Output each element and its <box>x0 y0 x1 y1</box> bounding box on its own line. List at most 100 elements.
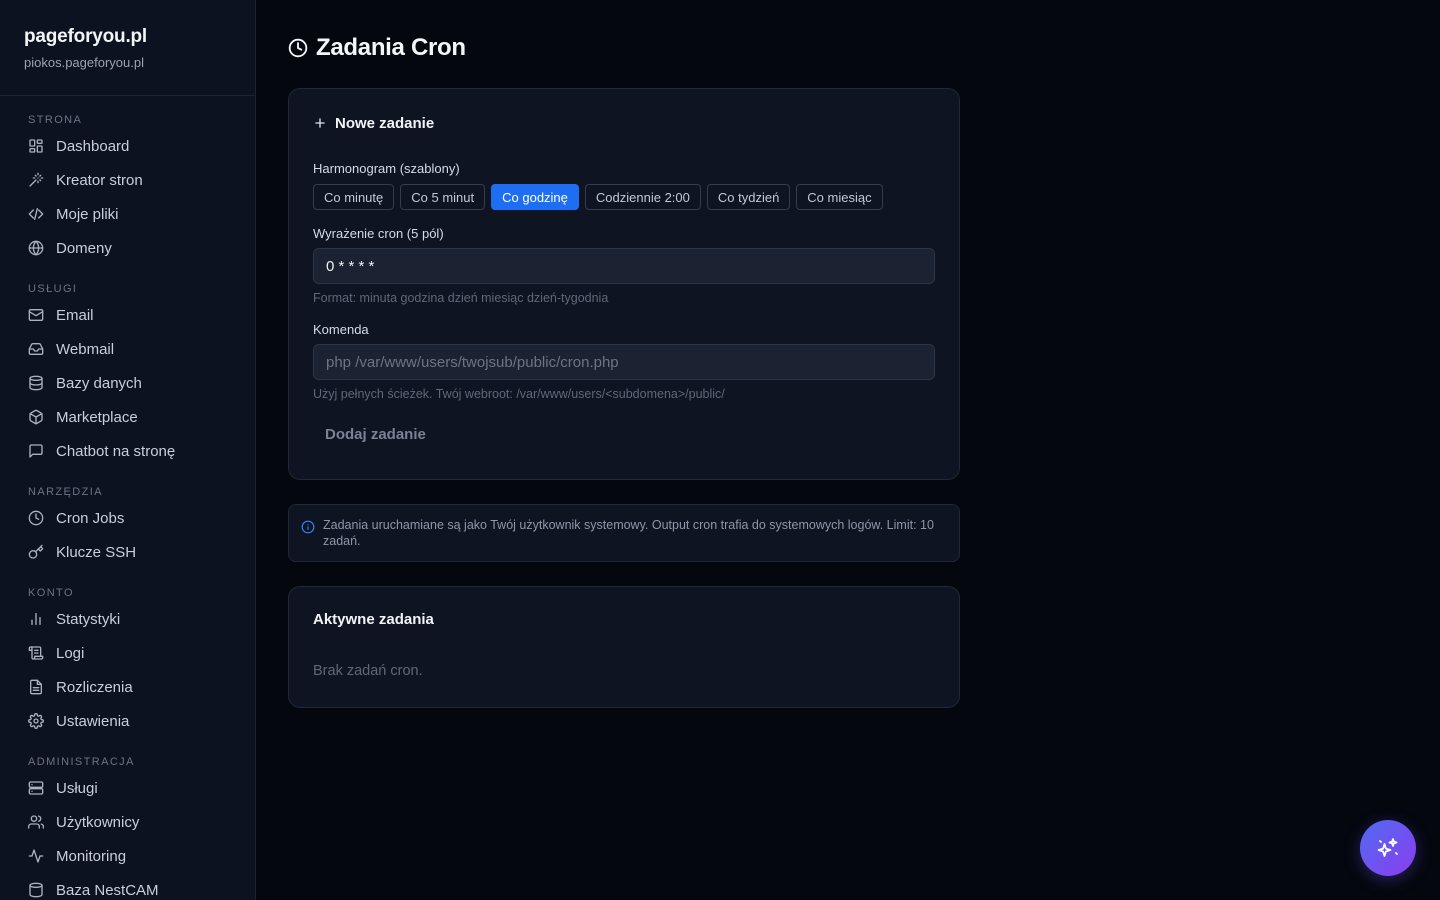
sidebar: pageforyou.pl piokos.pageforyou.pl STRON… <box>0 0 256 900</box>
server-icon <box>28 780 44 796</box>
sidebar-item-dashboard[interactable]: Dashboard <box>0 129 255 163</box>
page-title: Zadania Cron <box>288 33 960 63</box>
sidebar-item-kreator-stron[interactable]: Kreator stron <box>0 163 255 197</box>
sidebar-item-label: Dashboard <box>56 137 130 155</box>
template-monthly[interactable]: Co miesiąc <box>796 184 883 210</box>
dashboard-icon <box>28 138 44 154</box>
template-every-minute[interactable]: Co minutę <box>313 184 395 210</box>
globe-icon <box>28 240 44 256</box>
sidebar-item-uzytkownicy[interactable]: Użytkownicy <box>0 805 255 839</box>
sidebar-item-label: Baza NestCAM <box>56 881 159 899</box>
sidebar-item-moje-pliki[interactable]: Moje pliki <box>0 197 255 231</box>
sidebar-item-label: Logi <box>56 644 85 662</box>
section-label: USŁUGI <box>28 283 78 295</box>
template-every-5-minutes[interactable]: Co 5 minut <box>400 184 486 210</box>
section-uslugi: USŁUGI Email Webmail Bazy danych Marketp… <box>0 281 255 468</box>
sidebar-item-label: Usługi <box>56 779 98 797</box>
sidebar-item-label: Moje pliki <box>56 205 119 223</box>
command-label: Komenda <box>313 322 369 337</box>
sidebar-item-label: Ustawienia <box>56 712 130 730</box>
sidebar-item-label: Domeny <box>56 239 112 257</box>
section-narzedzia: NARZĘDZIA Cron Jobs Klucze SSH <box>0 484 255 569</box>
sidebar-item-email[interactable]: Email <box>0 298 255 332</box>
sidebar-item-label: Webmail <box>56 340 115 358</box>
sidebar-item-label: Kreator stron <box>56 171 143 189</box>
plus-icon <box>313 116 327 130</box>
users-icon <box>28 814 44 830</box>
sidebar-item-marketplace[interactable]: Marketplace <box>0 400 255 434</box>
main-content: Zadania Cron Nowe zadanie Harmonogram (s… <box>288 0 960 708</box>
section-konto: KONTO Statystyki Logi Rozliczenia Ustawi… <box>0 585 255 738</box>
cron-expression-label: Wyrażenie cron (5 pól) <box>313 226 444 241</box>
clock-icon <box>288 38 308 58</box>
mail-icon <box>28 307 44 323</box>
cron-expression-input[interactable] <box>313 248 935 284</box>
sparkles-icon <box>1376 836 1400 860</box>
sidebar-item-label: Monitoring <box>56 847 127 865</box>
sidebar-item-uslugi[interactable]: Usługi <box>0 771 255 805</box>
sidebar-item-label: Marketplace <box>56 408 138 426</box>
sidebar-item-label: Użytkownicy <box>56 813 140 831</box>
database-icon <box>28 882 44 898</box>
info-icon <box>301 520 315 534</box>
brand: pageforyou.pl piokos.pageforyou.pl <box>0 0 255 96</box>
chat-icon <box>28 443 44 459</box>
code-icon <box>28 206 44 222</box>
empty-state: Brak zadań cron. <box>313 663 423 679</box>
sidebar-item-webmail[interactable]: Webmail <box>0 332 255 366</box>
new-job-title: Nowe zadanie <box>335 114 435 132</box>
sidebar-item-label: Klucze SSH <box>56 543 137 561</box>
section-label: KONTO <box>28 587 74 599</box>
info-text: Zadania uruchamiane są jako Twój użytkow… <box>323 518 934 548</box>
new-job-card: Nowe zadanie Harmonogram (szablony) Co m… <box>288 88 960 480</box>
sidebar-item-logi[interactable]: Logi <box>0 636 255 670</box>
gear-icon <box>28 713 44 729</box>
receipt-icon <box>28 679 44 695</box>
sidebar-item-label: Chatbot na stronę <box>56 442 176 460</box>
sidebar-item-ustawienia[interactable]: Ustawienia <box>0 704 255 738</box>
sidebar-item-bazy-danych[interactable]: Bazy danych <box>0 366 255 400</box>
sidebar-item-klucze-ssh[interactable]: Klucze SSH <box>0 535 255 569</box>
page-title-text: Zadania Cron <box>316 34 466 61</box>
section-label: NARZĘDZIA <box>28 486 103 498</box>
template-weekly[interactable]: Co tydzień <box>706 184 791 210</box>
info-notice: Zadania uruchamiane są jako Twój użytkow… <box>288 504 960 562</box>
key-icon <box>28 544 44 560</box>
sidebar-item-domeny[interactable]: Domeny <box>0 231 255 265</box>
section-administracja: ADMINISTRACJA Usługi Użytkownicy Monitor… <box>0 754 255 900</box>
sidebar-item-statystyki[interactable]: Statystyki <box>0 602 255 636</box>
package-icon <box>28 409 44 425</box>
sidebar-item-chatbot[interactable]: Chatbot na stronę <box>0 434 255 468</box>
sidebar-nav: STRONA Dashboard Kreator stron Moje plik… <box>0 96 255 900</box>
template-daily-2am[interactable]: Codziennie 2:00 <box>584 184 701 210</box>
sidebar-item-monitoring[interactable]: Monitoring <box>0 839 255 873</box>
clock-icon <box>28 510 44 526</box>
scroll-icon <box>28 645 44 661</box>
brand-title: pageforyou.pl <box>24 26 148 47</box>
sidebar-item-baza-nestcam[interactable]: Baza NestCAM <box>0 873 255 900</box>
sidebar-item-cron-jobs[interactable]: Cron Jobs <box>0 501 255 535</box>
bar-chart-icon <box>28 611 44 627</box>
sidebar-item-label: Statystyki <box>56 610 121 628</box>
new-job-header: Nowe zadanie <box>313 113 935 133</box>
active-jobs-card: Aktywne zadania Brak zadań cron. <box>288 586 960 708</box>
inbox-icon <box>28 341 44 357</box>
brand-subtitle: piokos.pageforyou.pl <box>24 55 144 70</box>
sidebar-item-label: Cron Jobs <box>56 509 125 527</box>
add-job-button[interactable]: Dodaj zadanie <box>313 417 438 451</box>
schedule-templates: Co minutę Co 5 minut Co godzinę Codzienn… <box>313 184 935 210</box>
template-every-hour[interactable]: Co godzinę <box>491 184 579 210</box>
sidebar-item-label: Email <box>56 306 94 324</box>
sidebar-item-label: Bazy danych <box>56 374 142 392</box>
section-strona: STRONA Dashboard Kreator stron Moje plik… <box>0 112 255 265</box>
activity-icon <box>28 848 44 864</box>
database-icon <box>28 375 44 391</box>
command-hint: Użyj pełnych ścieżek. Twój webroot: /var… <box>313 387 725 401</box>
magic-wand-icon <box>28 172 44 188</box>
schedule-label: Harmonogram (szablony) <box>313 161 460 176</box>
ai-assistant-button[interactable] <box>1360 820 1416 876</box>
active-jobs-title: Aktywne zadania <box>313 611 434 628</box>
sidebar-item-label: Rozliczenia <box>56 678 133 696</box>
command-input[interactable] <box>313 344 935 380</box>
sidebar-item-rozliczenia[interactable]: Rozliczenia <box>0 670 255 704</box>
